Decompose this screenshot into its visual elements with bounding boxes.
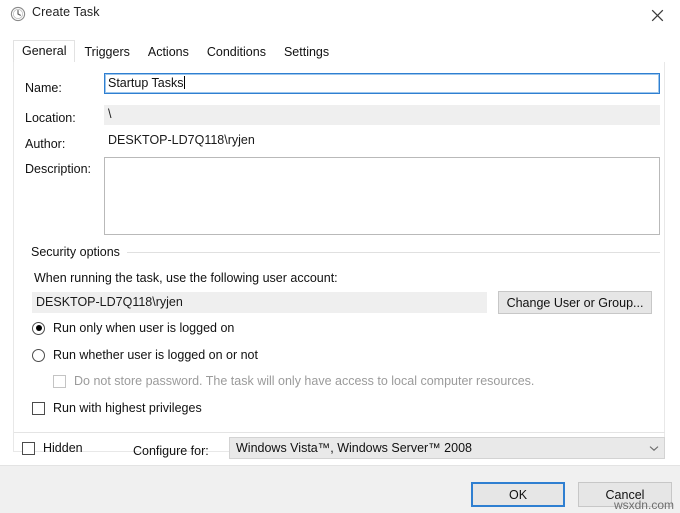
description-input[interactable] <box>104 157 660 235</box>
checkbox-run-with-highest-privileges[interactable]: Run with highest privileges <box>32 401 202 415</box>
tab-actions[interactable]: Actions <box>139 41 198 63</box>
radio-label-logged-on: Run only when user is logged on <box>53 321 235 335</box>
dialog-footer: OK Cancel wsxdn.com <box>0 465 680 513</box>
radio-label-whether: Run whether user is logged on or not <box>53 348 258 362</box>
window-title: Create Task <box>32 5 100 19</box>
description-label: Description: <box>25 162 91 176</box>
radio-indicator-logged-on <box>32 321 45 335</box>
tab-triggers[interactable]: Triggers <box>75 41 138 63</box>
watermark-text: wsxdn.com <box>613 498 674 512</box>
checkbox-label-highest-privileges: Run with highest privileges <box>53 401 202 415</box>
location-label: Location: <box>25 111 76 125</box>
ok-button[interactable]: OK <box>471 482 565 507</box>
checkbox-indicator-no-password <box>53 374 66 388</box>
close-icon[interactable] <box>634 0 680 31</box>
author-value: DESKTOP-LD7Q118\ryjen <box>104 131 660 151</box>
title-bar: Create Task <box>0 0 680 32</box>
security-options-label: Security options <box>31 245 126 259</box>
checkbox-do-not-store-password: Do not store password. The task will onl… <box>53 374 534 388</box>
create-task-dialog: Create Task General Triggers Actions Con… <box>0 0 680 513</box>
checkbox-indicator-hidden <box>22 441 35 455</box>
radio-run-only-when-logged-on[interactable]: Run only when user is logged on <box>32 321 234 335</box>
configure-for-label: Configure for: <box>133 444 209 458</box>
security-group-divider <box>127 252 660 253</box>
dialog-content: General Triggers Actions Conditions Sett… <box>0 31 680 465</box>
checkbox-hidden[interactable]: Hidden <box>22 441 83 455</box>
radio-run-whether-logged-on-or-not[interactable]: Run whether user is logged on or not <box>32 348 258 362</box>
radio-indicator-whether <box>32 348 45 362</box>
checkbox-indicator-highest-privileges <box>32 401 45 415</box>
name-label: Name: <box>25 81 62 95</box>
checkbox-label-no-password: Do not store password. The task will onl… <box>74 374 535 388</box>
name-input-value: Startup Tasks <box>108 76 184 90</box>
description-value <box>105 158 659 162</box>
tab-settings[interactable]: Settings <box>275 41 338 63</box>
author-label: Author: <box>25 137 66 151</box>
tab-general[interactable]: General <box>13 40 76 63</box>
account-prompt: When running the task, use the following… <box>34 271 338 285</box>
checkbox-label-hidden: Hidden <box>43 441 83 455</box>
tab-strip: General Triggers Actions Conditions Sett… <box>13 40 338 63</box>
text-caret <box>183 76 185 89</box>
user-account-value: DESKTOP-LD7Q118\ryjen <box>32 292 487 313</box>
configure-for-dropdown[interactable]: Windows Vista™, Windows Server™ 2008 <box>229 437 665 459</box>
location-value: \ <box>104 105 660 125</box>
name-input[interactable]: Startup Tasks <box>104 73 660 94</box>
tab-conditions[interactable]: Conditions <box>198 41 275 63</box>
clock-icon <box>10 6 26 22</box>
configure-for-value: Windows Vista™, Windows Server™ 2008 <box>236 441 472 455</box>
bottom-row-divider <box>14 432 665 433</box>
change-user-or-group-button[interactable]: Change User or Group... <box>498 291 652 314</box>
chevron-down-icon <box>644 445 664 452</box>
